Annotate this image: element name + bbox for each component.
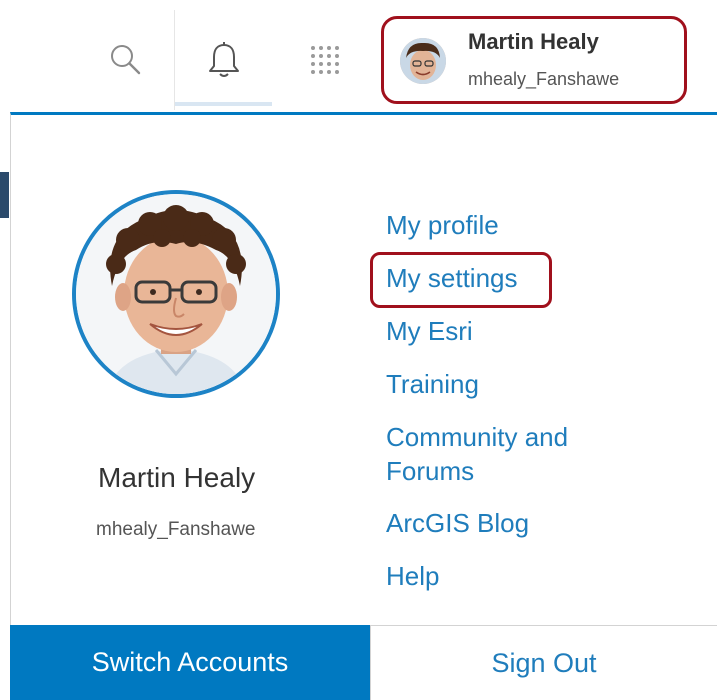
profile-name: Martin Healy [98,462,256,493]
header-user-name: Martin Healy [468,29,599,54]
apps-launcher-button[interactable] [290,10,360,110]
account-menu-page: Martin Healy mhealy_Fanshawe Martin Heal… [0,0,717,700]
top-header: Martin Healy mhealy_Fanshawe [0,0,717,112]
account-footer: Switch Accounts Sign Out [10,625,717,700]
menu-item-my-profile[interactable]: My profile [386,208,499,242]
header-user-username: mhealy_Fanshawe [468,69,620,89]
user-photo-icon [400,38,446,84]
account-dropdown-panel [10,112,717,700]
sign-out-button[interactable]: Sign Out [370,625,717,700]
menu-item-community-forums[interactable]: Community and Forums [386,420,616,488]
user-account-button[interactable]: Martin Healy mhealy_Fanshawe [381,16,687,104]
menu-item-my-settings[interactable]: My settings [386,261,518,295]
grid-icon [311,46,339,74]
active-tab-indicator [175,102,272,106]
background-edge [0,172,9,218]
switch-accounts-button[interactable]: Switch Accounts [10,625,370,700]
menu-item-training[interactable]: Training [386,367,479,401]
avatar [400,38,446,84]
profile-username: mhealy_Fanshawe [96,519,256,540]
profile-avatar [72,190,280,398]
search-button[interactable] [86,10,166,110]
menu-item-my-esri[interactable]: My Esri [386,314,473,348]
search-icon [111,45,141,75]
notifications-button[interactable] [174,10,272,110]
bell-icon [208,42,239,77]
profile-photo-icon [76,194,276,394]
menu-item-help[interactable]: Help [386,559,439,593]
menu-item-arcgis-blog[interactable]: ArcGIS Blog [386,506,529,540]
